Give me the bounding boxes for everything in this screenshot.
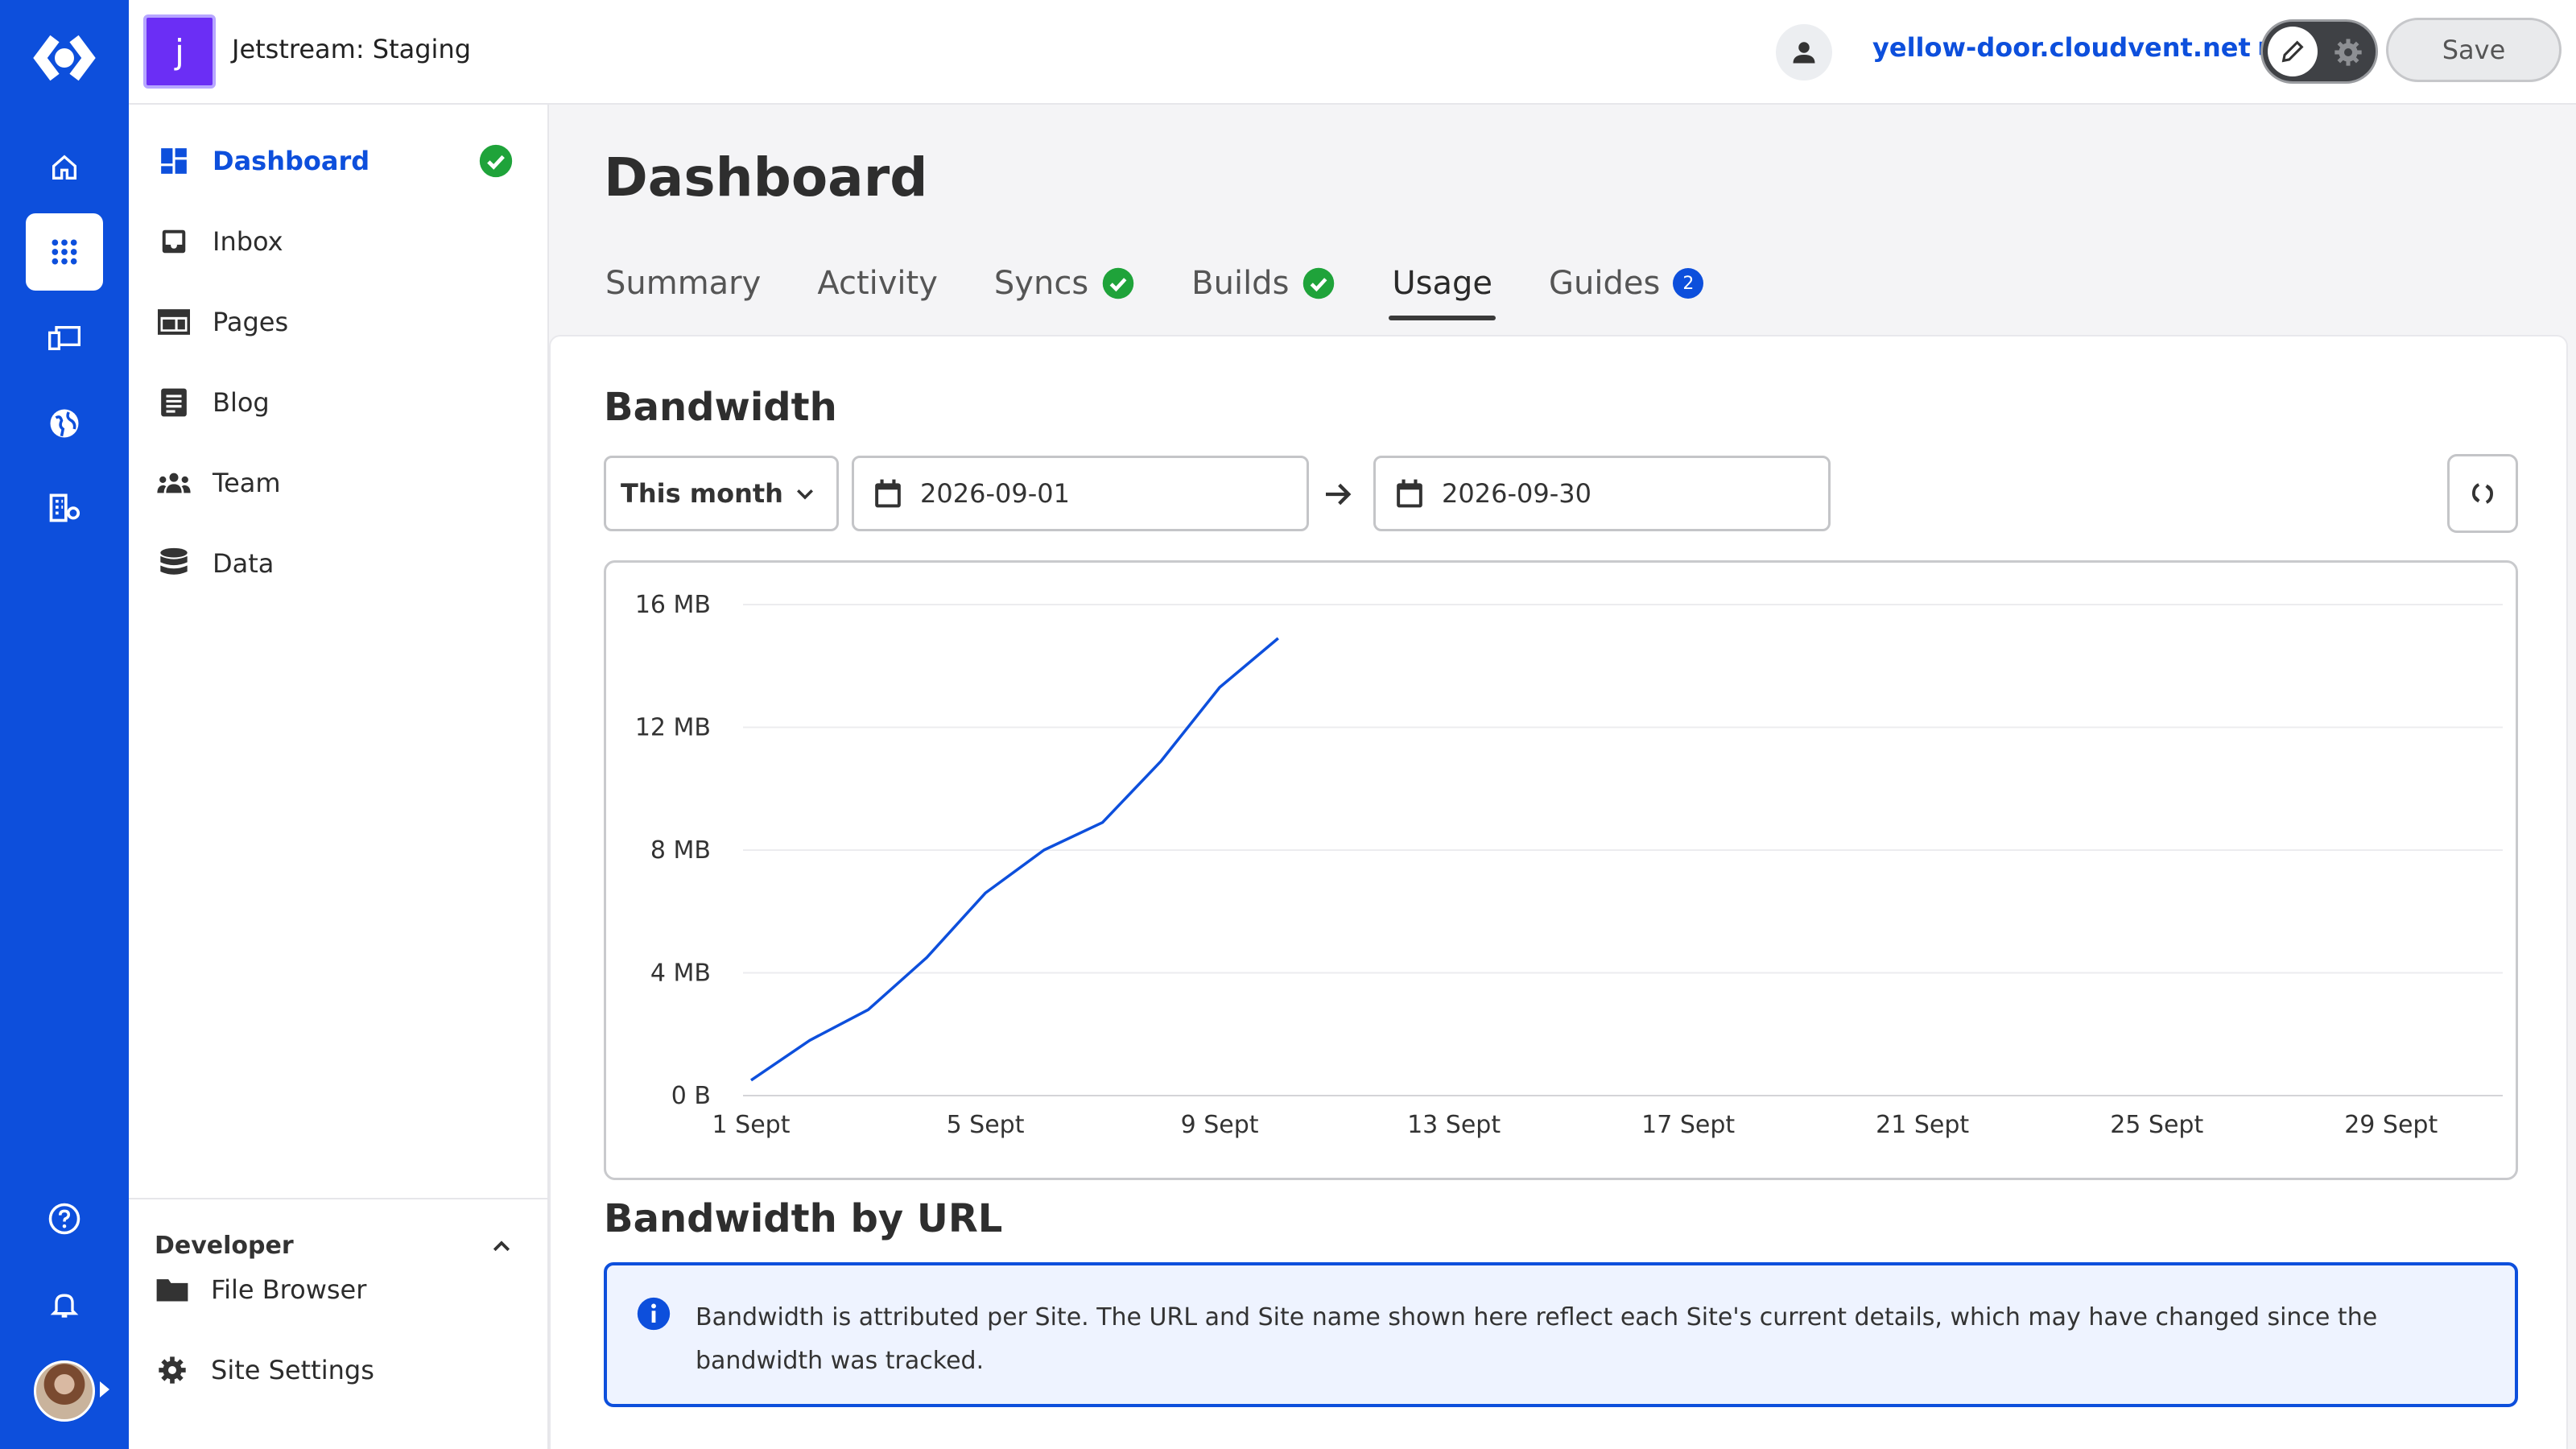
app-rail (0, 0, 129, 1449)
tab-bar: Summary Activity Syncs Builds Usage Guid… (605, 246, 1704, 327)
tab-syncs[interactable]: Syncs (994, 246, 1135, 320)
bandwidth-title: Bandwidth (604, 385, 837, 430)
y-tick-label: 8 MB (650, 836, 711, 865)
pencil-icon (2268, 27, 2318, 76)
tab-guides[interactable]: Guides 2 (1549, 246, 1704, 320)
guides-count-badge: 2 (1673, 268, 1704, 299)
account-button[interactable] (1776, 24, 1832, 80)
tab-summary[interactable]: Summary (605, 246, 761, 320)
gear-icon (155, 1354, 190, 1386)
user-avatar[interactable] (34, 1360, 95, 1422)
x-tick-label: 5 Sept (947, 1111, 1025, 1139)
sidebar-item-team[interactable]: Team (156, 459, 281, 507)
end-date-input[interactable]: 2026-09-30 (1373, 456, 1831, 531)
rail-globe-icon[interactable] (26, 385, 103, 462)
save-button[interactable]: Save (2386, 18, 2562, 82)
tab-builds[interactable]: Builds (1191, 246, 1335, 320)
info-icon (636, 1296, 671, 1335)
rail-home-icon[interactable] (26, 129, 103, 206)
refresh-button[interactable] (2447, 454, 2518, 533)
y-tick-label: 0 B (671, 1082, 711, 1110)
inbox-icon (156, 226, 192, 257)
chevron-up-icon[interactable] (489, 1235, 514, 1262)
rail-apps-icon[interactable] (26, 213, 103, 291)
avatar-caret-icon[interactable] (100, 1381, 109, 1397)
x-tick-label: 9 Sept (1181, 1111, 1259, 1139)
refresh-icon (2472, 483, 2493, 504)
calendar-icon (875, 479, 901, 508)
edit-mode-toggle[interactable] (2260, 19, 2378, 84)
bandwidth-by-url-title: Bandwidth by URL (604, 1196, 1003, 1241)
sidebar-item-pages[interactable]: Pages (156, 298, 288, 346)
sidebar: Dashboard Inbox Pages Blog Team Data Dev… (129, 105, 549, 1449)
cloudcannon-logo-icon[interactable] (32, 32, 97, 84)
x-tick-label: 25 Sept (2110, 1111, 2203, 1139)
site-name[interactable]: Jetstream: Staging (232, 34, 471, 64)
main-content: Dashboard Summary Activity Syncs Builds … (549, 105, 2576, 1449)
bandwidth-line-chart: 0 B 4 MB 8 MB 12 MB 16 MB 1 Sept 5 Sept 9 Sept 1… (635, 591, 2503, 1139)
bandwidth-series-line (750, 637, 1279, 1082)
team-icon (156, 469, 192, 497)
sidebar-item-file-browser[interactable]: File Browser (155, 1265, 366, 1314)
arrow-right-icon (1322, 478, 1354, 514)
folder-icon (155, 1275, 190, 1304)
calendar-icon (1397, 479, 1422, 508)
y-tick-label: 4 MB (650, 960, 711, 988)
sidebar-item-site-settings[interactable]: Site Settings (155, 1346, 374, 1394)
check-circle-icon (1303, 267, 1335, 299)
rail-organization-icon[interactable] (26, 469, 103, 546)
blog-icon (156, 387, 192, 418)
check-circle-icon (1102, 267, 1134, 299)
usage-card: Bandwidth This month 2026-09-01 2026-09-… (549, 335, 2568, 1449)
rail-devices-icon[interactable] (26, 299, 103, 377)
sidebar-item-dashboard[interactable]: Dashboard (156, 137, 369, 185)
y-tick-label: 16 MB (635, 591, 711, 619)
site-url-link[interactable]: yellow-door.cloudvent.net (1872, 32, 2277, 63)
x-tick-label: 21 Sept (1876, 1111, 1969, 1139)
top-bar: j Jetstream: Staging yellow-door.cloudve… (129, 0, 2576, 105)
chevron-down-icon (797, 489, 813, 500)
page-title: Dashboard (604, 147, 928, 208)
start-date-input[interactable]: 2026-09-01 (852, 456, 1309, 531)
sidebar-item-inbox[interactable]: Inbox (156, 217, 283, 266)
x-tick-label: 1 Sept (712, 1111, 791, 1139)
x-tick-label: 13 Sept (1407, 1111, 1501, 1139)
site-avatar[interactable]: j (143, 14, 216, 89)
developer-section-title[interactable]: Developer (155, 1232, 294, 1260)
tab-activity[interactable]: Activity (817, 246, 938, 320)
person-icon (1793, 42, 1815, 64)
pages-icon (156, 308, 192, 336)
sidebar-item-blog[interactable]: Blog (156, 378, 270, 427)
date-range-select[interactable]: This month (604, 456, 839, 531)
x-tick-label: 17 Sept (1641, 1111, 1735, 1139)
rail-notifications-bell-icon[interactable] (26, 1265, 103, 1343)
info-text: Bandwidth is attributed per Site. The UR… (696, 1303, 2378, 1375)
tab-usage[interactable]: Usage (1389, 246, 1496, 320)
gear-icon (2332, 36, 2364, 72)
check-circle-icon (478, 143, 514, 182)
x-tick-label: 29 Sept (2344, 1111, 2438, 1139)
bandwidth-chart: 0 B 4 MB 8 MB 12 MB 16 MB 1 Sept 5 Sept 9 Sept 1… (604, 560, 2518, 1180)
dashboard-icon (156, 146, 192, 176)
info-banner: Bandwidth is attributed per Site. The UR… (604, 1262, 2518, 1407)
developer-section: Developer File Browser Site Settings (129, 1198, 549, 1449)
database-icon (156, 547, 192, 580)
y-tick-label: 12 MB (635, 714, 711, 742)
sidebar-item-data[interactable]: Data (156, 539, 274, 588)
rail-help-icon[interactable] (26, 1180, 103, 1257)
